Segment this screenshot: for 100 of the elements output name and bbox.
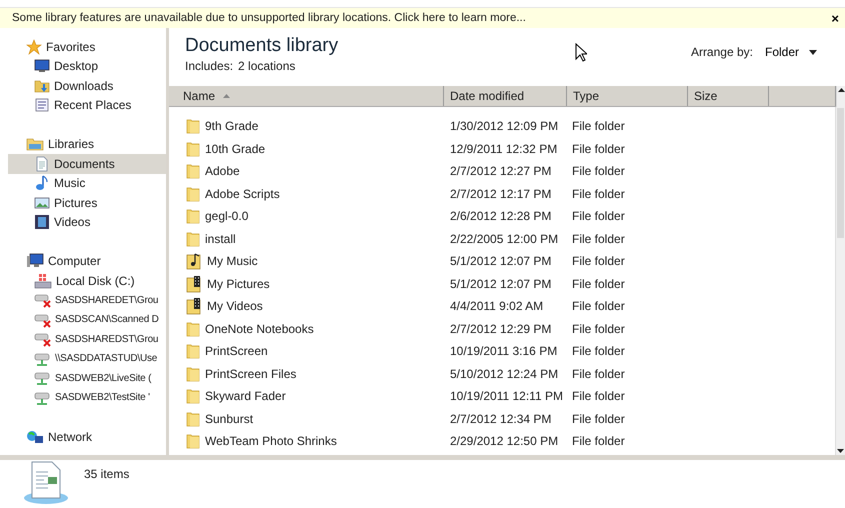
- date-cell: 2/7/2012 12:17 PM: [450, 186, 552, 201]
- folder-icon: [186, 433, 200, 450]
- media-folder-icon: [186, 297, 202, 316]
- folder-icon: [186, 230, 200, 247]
- type-cell: File folder: [572, 186, 625, 201]
- folder-icon: [186, 186, 200, 202]
- date-cell: 1/30/2012 12:09 PM: [450, 119, 558, 134]
- column-header[interactable]: Date modified: [444, 86, 567, 106]
- nav-item[interactable]: \\SASDDATASTUD\Use: [8, 349, 166, 368]
- document-icon: [22, 460, 70, 506]
- nav-section[interactable]: Libraries: [8, 134, 166, 154]
- column-header[interactable]: Name: [169, 86, 444, 106]
- date-cell: 5/1/2012 12:07 PM: [450, 254, 552, 268]
- nav-item[interactable]: Recent Places: [8, 96, 166, 115]
- caret-icon: [809, 50, 817, 54]
- music-note-icon: [34, 175, 50, 192]
- type-cell: File folder: [572, 366, 625, 381]
- star-icon: [26, 38, 42, 55]
- info-bar[interactable]: Some library features are unavailable due to unsupported library locations. Click here to learn more... ×: [0, 8, 845, 28]
- file-name[interactable]: Adobe Scripts: [205, 186, 280, 201]
- media-folder-icon: [186, 274, 202, 293]
- nav-item[interactable]: Local Disk (C:): [8, 271, 166, 290]
- nav-item[interactable]: SASDSHAREDET\Grou: [8, 290, 166, 310]
- nav-item[interactable]: Pictures: [8, 193, 166, 212]
- item-count: 35 items: [84, 467, 130, 481]
- date-cell: 2/7/2012 12:34 PM: [450, 412, 552, 426]
- folder-icon: [186, 163, 200, 180]
- info-message[interactable]: Some library features are unavailable due to unsupported library locations. Click here to learn more...: [12, 12, 526, 24]
- folder-icon: [186, 208, 200, 224]
- file-name[interactable]: Sunburst: [205, 412, 254, 426]
- date-cell: 10/19/2011 12:11 PM: [450, 389, 563, 404]
- nav-item[interactable]: Documents: [8, 154, 166, 174]
- library-title: Documents library: [185, 35, 338, 57]
- type-cell: File folder: [572, 412, 625, 426]
- folder-icon: [186, 366, 200, 382]
- document-icon: [34, 156, 50, 172]
- folder-icon: [186, 140, 200, 157]
- disconnected-drive-icon: [34, 312, 52, 328]
- type-cell: File folder: [572, 254, 625, 268]
- document-list-icon: [34, 97, 50, 114]
- nav-item[interactable]: SASDSHAREDST\Grou: [8, 330, 166, 349]
- scroll-up-icon[interactable]: [837, 86, 845, 94]
- arrange-label: Arrange by:: [690, 45, 753, 59]
- folder-icon: [186, 388, 200, 404]
- scrollbar[interactable]: [835, 107, 845, 455]
- globe-icon: [26, 428, 44, 445]
- nav-section[interactable]: Favorites: [8, 37, 166, 56]
- disconnected-drive-icon: [34, 331, 52, 348]
- sort-arrow-icon: [223, 94, 230, 98]
- nav-section[interactable]: Computer: [8, 252, 166, 271]
- nav-item[interactable]: Music: [8, 174, 166, 193]
- arrange-dropdown[interactable]: Folder: [764, 45, 817, 59]
- library-folder-icon: [26, 136, 44, 152]
- date-cell: 10/19/2011 3:16 PM: [450, 344, 558, 358]
- folder-icon: [186, 343, 200, 360]
- nav-item[interactable]: Downloads: [8, 76, 166, 96]
- type-cell: File folder: [572, 276, 625, 291]
- type-cell: File folder: [572, 434, 625, 448]
- includes-label: Includes:: [185, 59, 234, 73]
- file-name[interactable]: Adobe: [205, 164, 240, 178]
- file-name[interactable]: My Pictures: [207, 276, 270, 291]
- disk-drive-icon: [34, 272, 52, 289]
- nav-item[interactable]: Desktop: [8, 56, 166, 76]
- file-name[interactable]: 10th Grade: [205, 142, 266, 156]
- file-name[interactable]: OneNote Notebooks: [205, 322, 314, 336]
- file-name[interactable]: Skyward Fader: [205, 389, 286, 404]
- nav-section[interactable]: Network: [8, 427, 166, 446]
- picture-icon: [34, 194, 50, 211]
- scroll-down-icon[interactable]: [836, 447, 845, 455]
- locations-link[interactable]: 2 locations: [238, 59, 296, 73]
- download-folder-icon: [34, 78, 50, 94]
- file-name[interactable]: PrintScreen: [205, 344, 268, 358]
- type-cell: File folder: [572, 344, 625, 358]
- type-cell: File folder: [572, 232, 625, 246]
- type-cell: File folder: [572, 299, 625, 314]
- file-name[interactable]: 9th Grade: [205, 119, 258, 134]
- type-cell: File folder: [572, 142, 625, 156]
- date-cell: 2/29/2012 12:50 PM: [450, 434, 558, 448]
- folder-icon: [186, 118, 200, 134]
- disconnected-drive-icon: [34, 292, 52, 308]
- file-name[interactable]: PrintScreen Files: [205, 366, 296, 381]
- file-name[interactable]: My Videos: [207, 299, 263, 314]
- column-header[interactable]: Type: [567, 86, 688, 106]
- column-header[interactable]: Size: [688, 86, 769, 106]
- nav-item[interactable]: SASDWEB2\LiveSite (: [8, 368, 166, 388]
- nav-item[interactable]: SASDSCAN\Scanned D: [8, 310, 166, 330]
- close-button[interactable]: ×: [829, 10, 841, 26]
- folder-icon: [186, 410, 200, 427]
- mouse-cursor-icon: [575, 43, 587, 62]
- type-cell: File folder: [572, 164, 625, 178]
- type-cell: File folder: [572, 322, 625, 336]
- network-drive-icon: [34, 350, 52, 367]
- file-name[interactable]: WebTeam Photo Shrinks: [205, 434, 337, 448]
- file-name[interactable]: install: [205, 232, 236, 246]
- nav-item[interactable]: Videos: [8, 212, 166, 232]
- date-cell: 2/7/2012 12:29 PM: [450, 322, 552, 336]
- file-name[interactable]: My Music: [207, 254, 258, 268]
- file-name[interactable]: gegl-0.0: [205, 209, 248, 224]
- nav-item[interactable]: SASDWEB2\TestSite ': [8, 388, 166, 408]
- date-cell: 2/22/2005 12:00 PM: [450, 232, 558, 246]
